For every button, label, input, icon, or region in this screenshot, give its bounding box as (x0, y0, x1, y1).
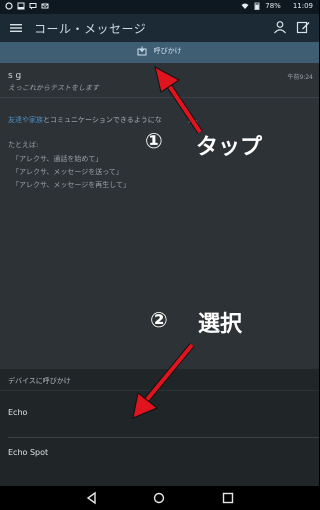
arrow-1-line (164, 79, 202, 134)
recents-icon[interactable] (221, 491, 235, 505)
step-1-number: ① (145, 129, 163, 153)
annotation-arrows (132, 66, 203, 419)
back-icon[interactable] (85, 491, 99, 505)
arrow-1-head (154, 66, 180, 93)
step-1-label: タップ (196, 135, 263, 160)
home-icon[interactable] (152, 491, 166, 505)
arrow-2-head (132, 392, 158, 419)
navigation-bar (0, 486, 319, 510)
arrow-2-line (143, 343, 194, 404)
step-2-number: ② (150, 308, 168, 332)
step-2-label: 選択 (198, 312, 243, 337)
screen: 78% 11:09 コール・メッセージ 呼びかけ s g えっこれからテストをし… (0, 0, 319, 510)
